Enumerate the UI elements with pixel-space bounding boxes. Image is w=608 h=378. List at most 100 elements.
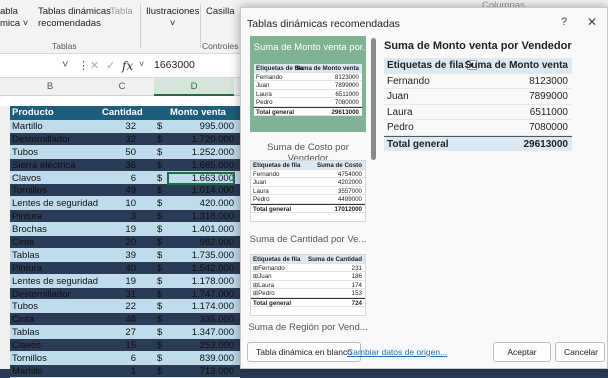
cell-producto[interactable]: Destornillador (12, 289, 98, 300)
cell-currency[interactable]: $ (157, 340, 162, 351)
cell-producto[interactable]: Cinta (12, 314, 98, 325)
cell-currency[interactable]: $ (157, 314, 162, 325)
cell-monto[interactable]: 995.000 (168, 121, 234, 132)
header-cantidad[interactable]: Cantidad (102, 107, 152, 118)
cell-currency[interactable]: $ (157, 353, 162, 364)
cell-monto[interactable]: 982.000 (168, 237, 234, 248)
cell-cantidad[interactable]: 6 (102, 353, 136, 364)
cell-monto[interactable]: 1.542.000 (168, 263, 234, 274)
help-icon[interactable]: ? (561, 16, 567, 28)
cell-currency[interactable]: $ (157, 301, 162, 312)
formula-input[interactable]: 1663000 (150, 57, 250, 75)
cell-currency[interactable]: $ (157, 237, 162, 248)
blank-pivot-button[interactable]: Tabla dinámica en blanco (247, 342, 361, 362)
cell-currency[interactable]: $ (157, 250, 162, 261)
cell-cantidad[interactable]: 36 (102, 160, 136, 171)
cell-producto[interactable]: Tubos (12, 147, 98, 158)
cell-producto[interactable]: Pintura (12, 211, 98, 222)
cell-monto[interactable]: 1.178.000 (168, 276, 234, 287)
cell-cantidad[interactable]: 15 (102, 340, 136, 351)
column-header-b[interactable]: B (10, 81, 90, 92)
cell-currency[interactable]: $ (157, 121, 162, 132)
cell-producto[interactable]: Lentes de seguridad (12, 198, 98, 209)
cell-cantidad[interactable]: 6 (102, 173, 136, 184)
cell-cantidad[interactable]: 32 (102, 134, 136, 145)
cancel-icon[interactable]: ✕ (90, 59, 99, 72)
cell-producto[interactable]: Destornillador (12, 134, 98, 145)
cell-monto[interactable]: 1.014.000 (168, 185, 234, 196)
header-producto[interactable]: Producto (12, 107, 98, 118)
cell-currency[interactable]: $ (157, 327, 162, 338)
cell-monto[interactable]: 1.174.000 (168, 301, 234, 312)
cell-monto[interactable]: 1.347.000 (168, 327, 234, 338)
cell-cantidad[interactable]: 1 (102, 366, 136, 377)
cell-monto[interactable]: 839.000 (168, 353, 234, 364)
cell-monto[interactable]: 1.685.000 (168, 160, 234, 171)
formula-expand-icon[interactable]: ˅ (139, 59, 144, 69)
cell-producto[interactable]: Tornillos (12, 185, 98, 196)
cell-cantidad[interactable]: 48 (102, 314, 136, 325)
cell-currency[interactable]: $ (157, 289, 162, 300)
cell-currency[interactable]: $ (157, 134, 162, 145)
close-icon[interactable]: ✕ (587, 15, 597, 29)
cell-producto[interactable]: Pintura (12, 263, 98, 274)
cell-monto[interactable]: 335.000 (168, 314, 234, 325)
cell-currency[interactable]: $ (157, 173, 162, 184)
more-options-icon[interactable]: ⋮ (78, 59, 89, 72)
ribbon-recommended-pivot-button[interactable]: Tablas dinámicas recomendadas (38, 6, 111, 30)
cell-producto[interactable]: Clavos (12, 340, 98, 351)
cell-cantidad[interactable]: 27 (102, 327, 136, 338)
cell-cantidad[interactable]: 3 (102, 211, 136, 222)
column-header-c[interactable]: C (100, 81, 144, 92)
change-source-link[interactable]: Cambiar datos de origen... (347, 347, 447, 357)
cell-producto[interactable]: Martillo (12, 121, 98, 132)
cell-currency[interactable]: $ (157, 160, 162, 171)
cell-monto[interactable]: 420.000 (168, 198, 234, 209)
ribbon-illustrations-button[interactable]: Ilustraciones ˅ (146, 6, 199, 30)
cell-currency[interactable]: $ (157, 211, 162, 222)
cell-producto[interactable]: Cinta (12, 237, 98, 248)
cell-currency[interactable]: $ (157, 147, 162, 158)
cell-currency[interactable]: $ (157, 366, 162, 377)
cell-producto[interactable]: Martillo (12, 366, 98, 377)
thumbnail-title[interactable]: Suma de Región por Vend... (246, 322, 370, 333)
pivot-thumbnail-3[interactable]: Etiquetas de fila Suma de Cantidad ⊞Fernan… (250, 254, 366, 316)
ribbon-table-button[interactable]: Tabla (110, 6, 133, 18)
cell-producto[interactable]: Clavos (12, 173, 98, 184)
cell-monto[interactable]: 1.318.000 (168, 211, 234, 222)
ribbon-checkbox-button[interactable]: Casilla (206, 6, 235, 18)
cell-producto[interactable]: Sierra eléctrica (12, 160, 98, 171)
pivot-thumbnail-2[interactable]: Etiquetas de fila Suma de Costo Fernando 47… (250, 160, 366, 222)
cell-cantidad[interactable]: 50 (102, 147, 136, 158)
ok-button[interactable]: Aceptar (493, 342, 551, 362)
cell-currency[interactable]: $ (157, 198, 162, 209)
cell-producto[interactable]: Tubos (12, 301, 98, 312)
cell-currency[interactable]: $ (157, 185, 162, 196)
function-icon[interactable]: fx (122, 59, 133, 73)
cell-monto[interactable]: 253.000 (168, 340, 234, 351)
cell-producto[interactable]: Tablas (12, 250, 98, 261)
cell-monto[interactable]: 1.747.000 (168, 289, 234, 300)
cell-cantidad[interactable]: 32 (102, 121, 136, 132)
cell-cantidad[interactable]: 19 (102, 276, 136, 287)
cell-producto[interactable]: Tablas (12, 327, 98, 338)
cell-cantidad[interactable]: 40 (102, 263, 136, 274)
cell-producto[interactable]: Tornillos (12, 353, 98, 364)
cell-currency[interactable]: $ (157, 276, 162, 287)
enter-icon[interactable]: ✓ (106, 59, 115, 72)
ribbon-pivot-table-button[interactable]: abla mica ˅ (0, 6, 28, 30)
cell-monto[interactable]: 1.401.000 (168, 224, 234, 235)
cell-cantidad[interactable]: 19 (102, 224, 136, 235)
column-header-d[interactable]: D (154, 81, 234, 92)
name-box-dropdown-icon[interactable]: ˅ (62, 59, 68, 71)
cell-cantidad[interactable]: 22 (102, 301, 136, 312)
cell-cantidad[interactable]: 20 (102, 237, 136, 248)
cell-currency[interactable]: $ (157, 224, 162, 235)
pivot-thumbnail-1[interactable]: Suma de Monto venta por... Etiquetas de … (250, 36, 370, 132)
cell-cantidad[interactable]: 39 (102, 250, 136, 261)
cell-cantidad[interactable]: 31 (102, 289, 136, 300)
cell-monto[interactable]: 713.000 (168, 366, 234, 377)
header-monto[interactable]: Monto venta (170, 107, 226, 118)
cell-producto[interactable]: Brochas (12, 224, 98, 235)
cancel-button[interactable]: Cancelar (555, 342, 605, 362)
